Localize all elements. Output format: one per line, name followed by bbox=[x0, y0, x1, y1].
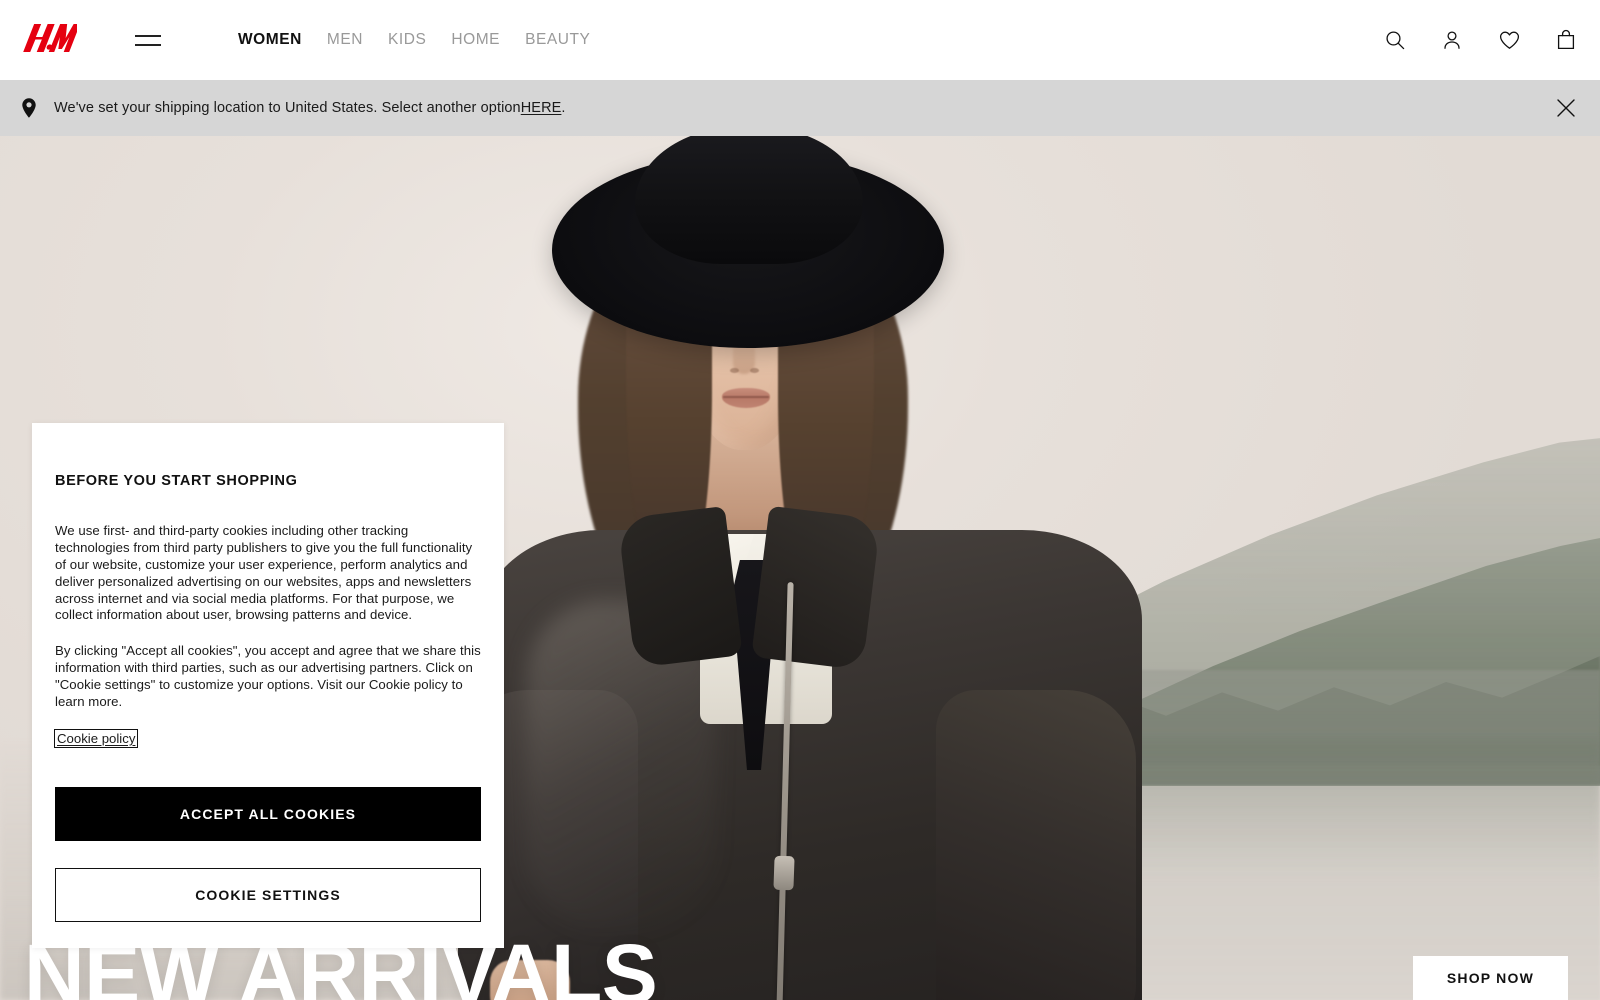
model-hat-crown bbox=[635, 136, 863, 264]
jacket-collar-right bbox=[751, 505, 881, 671]
account-icon[interactable] bbox=[1440, 28, 1464, 52]
cookie-settings-button[interactable]: COOKIE SETTINGS bbox=[55, 867, 481, 922]
jacket-zipper-pull bbox=[773, 855, 795, 891]
shopping-bag-icon[interactable] bbox=[1554, 28, 1578, 52]
header-actions bbox=[1383, 0, 1578, 80]
shipping-banner-text: We've set your shipping location to Unit… bbox=[54, 80, 566, 136]
hm-logo[interactable] bbox=[20, 17, 78, 63]
cookie-paragraph-1: We use first- and third-party cookies in… bbox=[55, 523, 473, 623]
cookie-paragraph-2: By clicking "Accept all cookies", you ac… bbox=[55, 643, 481, 710]
menu-icon[interactable] bbox=[135, 28, 161, 52]
shipping-text-before: We've set your shipping location to Unit… bbox=[54, 100, 521, 116]
shipping-location-banner: We've set your shipping location to Unit… bbox=[0, 80, 1600, 136]
main-navigation: WOMEN MEN KIDS HOME BEAUTY bbox=[238, 0, 615, 80]
nav-item-women[interactable]: WOMEN bbox=[238, 31, 327, 49]
nav-item-beauty[interactable]: BEAUTY bbox=[525, 31, 615, 49]
cookie-dialog-title: BEFORE YOU START SHOPPING bbox=[55, 473, 298, 489]
nav-item-kids[interactable]: KIDS bbox=[388, 31, 451, 49]
model-nostril-right bbox=[750, 368, 759, 373]
nav-item-home[interactable]: HOME bbox=[451, 31, 525, 49]
model-nostril-left bbox=[730, 368, 739, 373]
favorites-icon[interactable] bbox=[1497, 28, 1521, 52]
site-header: WOMEN MEN KIDS HOME BEAUTY bbox=[0, 0, 1600, 80]
cookie-policy-link[interactable]: Cookie policy bbox=[53, 728, 139, 748]
shipping-here-link[interactable]: HERE bbox=[521, 100, 562, 116]
jacket-collar-left bbox=[617, 505, 743, 669]
hamburger-line bbox=[135, 34, 161, 37]
shipping-text-after: . bbox=[561, 100, 566, 116]
location-pin-icon bbox=[17, 96, 41, 120]
hm-homepage: WOMEN MEN KIDS HOME BEAUTY We've set you… bbox=[0, 0, 1600, 1000]
model-sleeve-right bbox=[936, 690, 1136, 1000]
model-figure bbox=[430, 136, 1190, 1000]
hamburger-line bbox=[135, 43, 161, 46]
close-banner-button[interactable] bbox=[1552, 94, 1580, 122]
cookie-consent-dialog: BEFORE YOU START SHOPPING We use first- … bbox=[32, 423, 504, 948]
model-lip-line bbox=[723, 396, 769, 398]
search-icon[interactable] bbox=[1383, 28, 1407, 52]
shop-now-button[interactable]: SHOP NOW bbox=[1412, 956, 1568, 1000]
accept-all-cookies-button[interactable]: ACCEPT ALL COOKIES bbox=[55, 786, 481, 841]
nav-item-men[interactable]: MEN bbox=[327, 31, 388, 49]
